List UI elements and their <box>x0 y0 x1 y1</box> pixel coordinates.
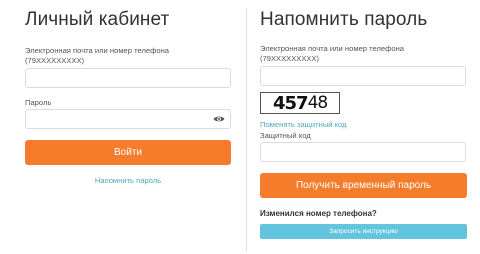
remind-password-link[interactable]: Напомнить пароль <box>25 176 231 185</box>
captcha-text-part1: 457 <box>273 92 309 114</box>
captcha-text-part2: 48 <box>307 93 329 113</box>
captcha-code-label: Защитный код <box>260 131 311 140</box>
remind-email-label: Электронная почта или номер телефона (79… <box>260 44 404 63</box>
remind-title: Напомнить пароль <box>260 9 428 30</box>
get-temp-password-button[interactable]: Получить временный пароль <box>260 173 467 198</box>
remind-email-field[interactable] <box>260 66 466 86</box>
password-label: Пароль <box>25 98 52 107</box>
login-button[interactable]: Войти <box>25 140 231 165</box>
login-title: Личный кабинет <box>25 9 170 30</box>
eye-icon[interactable] <box>213 115 225 123</box>
request-instruction-button[interactable]: Запросить инструкцию <box>260 224 467 239</box>
login-email-label: Электронная почта или номер телефона (79… <box>25 46 169 65</box>
panel-divider <box>246 8 247 252</box>
phone-changed-heading: Изменился номер телефона? <box>260 209 377 218</box>
captcha-code-field[interactable] <box>260 142 466 162</box>
change-captcha-link[interactable]: Поменять защитный код <box>260 120 347 129</box>
login-email-field[interactable] <box>25 68 231 88</box>
captcha-image: 457 48 <box>260 92 340 114</box>
password-field[interactable] <box>25 109 231 129</box>
